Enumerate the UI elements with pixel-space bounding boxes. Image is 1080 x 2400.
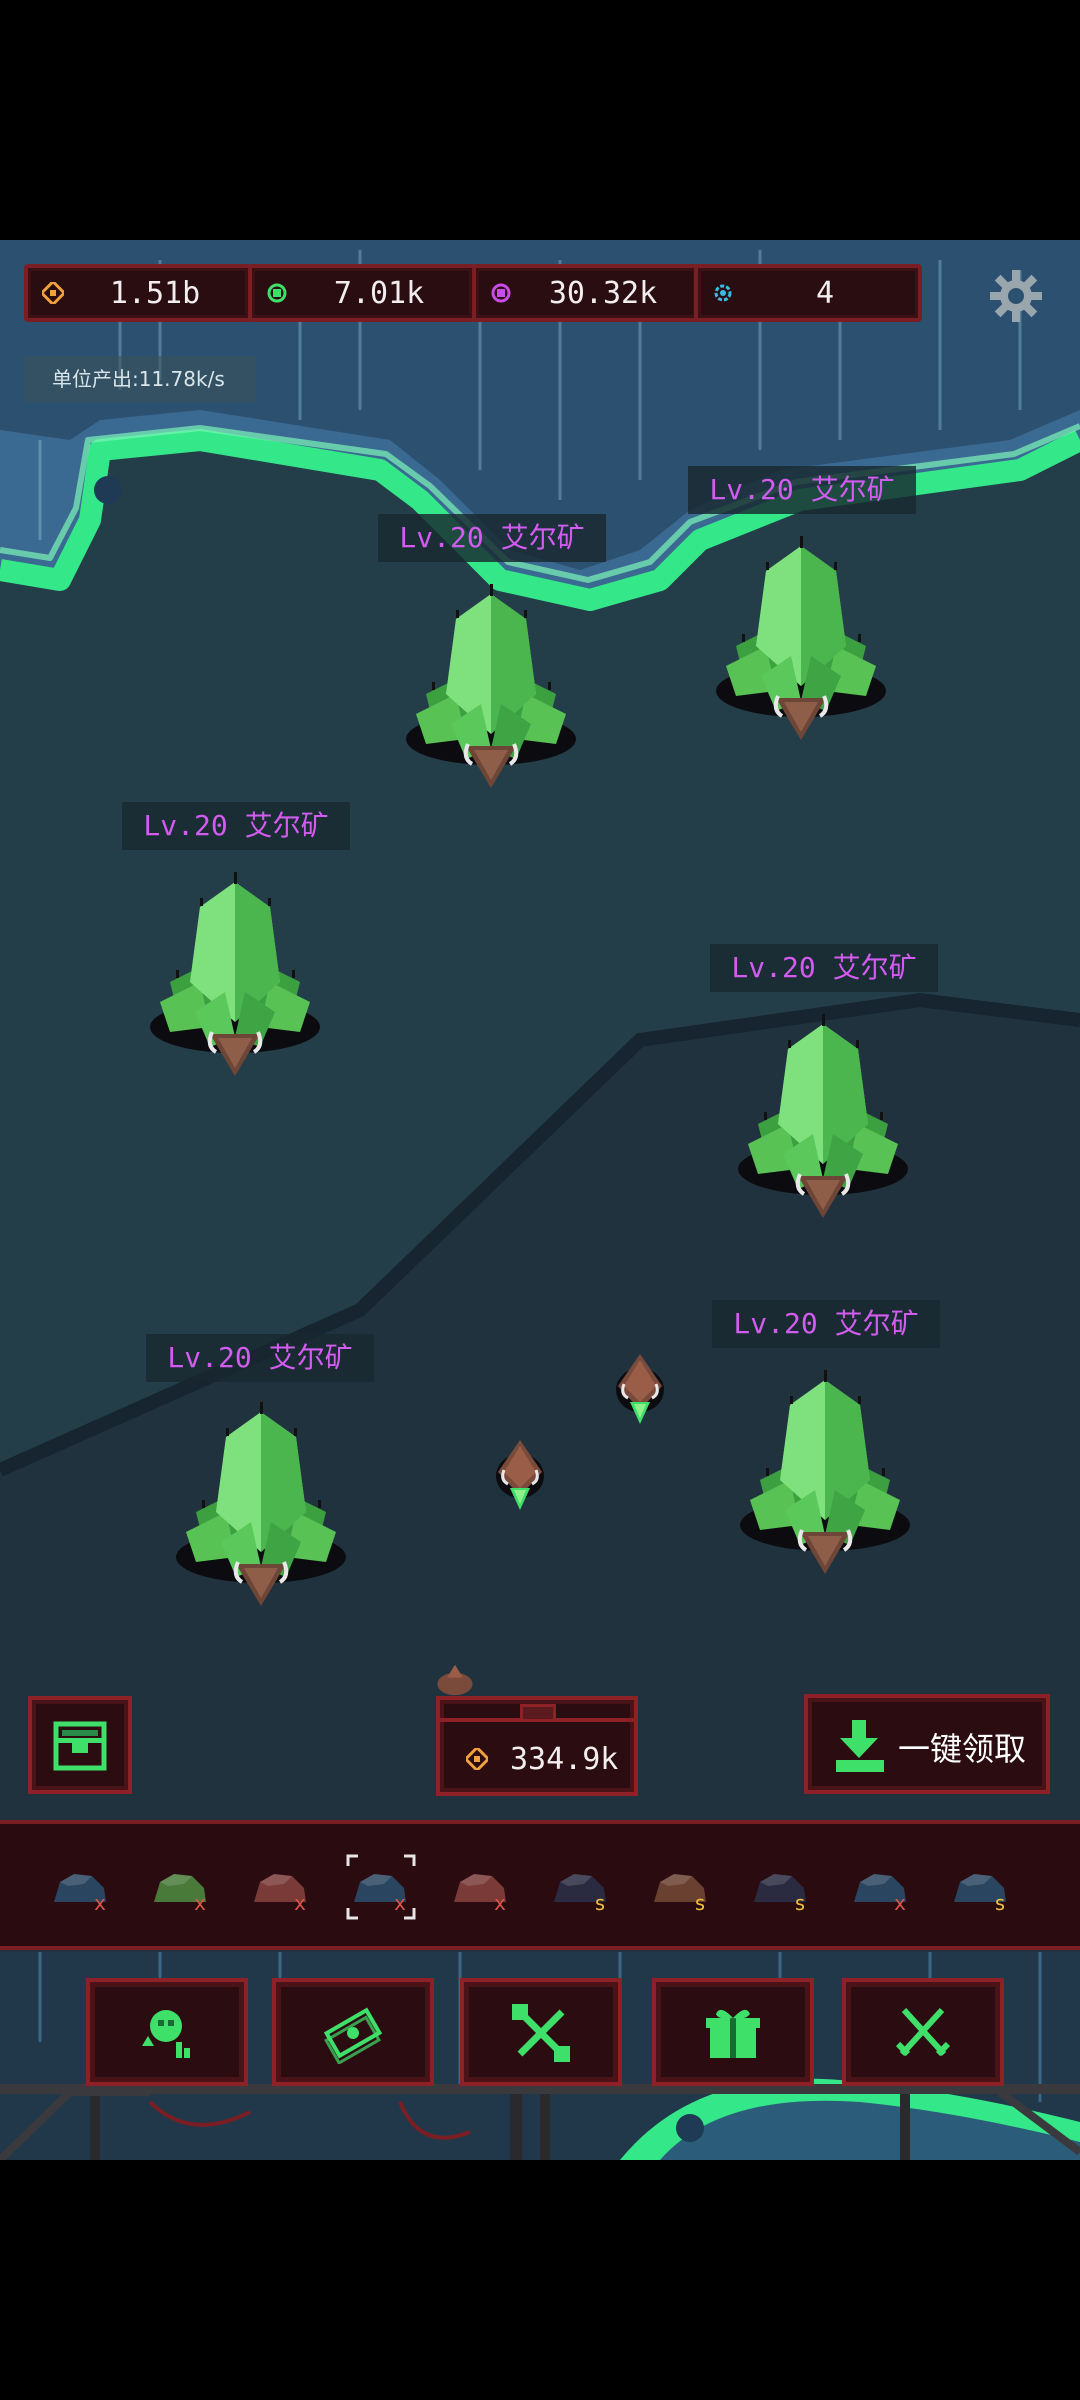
inventory-slot-rock-red[interactable]: x	[244, 1852, 318, 1922]
svg-text:s: s	[994, 1891, 1006, 1915]
inventory-slot-rock-dark[interactable]: s	[744, 1852, 818, 1922]
mine-label: Lv.20 艾尔矿	[146, 1334, 374, 1382]
inventory-slot-rock-blue[interactable]: s	[944, 1852, 1018, 1922]
crystal-mine[interactable]	[728, 1004, 918, 1234]
crystal-mine[interactable]	[730, 1360, 920, 1590]
storage-chest-icon	[53, 1721, 107, 1771]
storage-button[interactable]	[28, 1696, 132, 1794]
svg-text:x: x	[894, 1891, 906, 1915]
claim-all-button[interactable]: 一键领取	[804, 1694, 1050, 1794]
blue-gear-counter: 4	[694, 264, 922, 322]
blue-gear-value: 4	[815, 276, 835, 311]
battle-swords-icon	[895, 2007, 951, 2057]
purple-gem-counter: 30.32k	[472, 264, 700, 322]
mine-label: Lv.20 艾尔矿	[710, 944, 938, 992]
nav-gift-button[interactable]	[652, 1978, 814, 2086]
gold-counter: 1.51b	[24, 264, 252, 322]
tools-icon	[512, 2004, 570, 2062]
gift-icon	[706, 2009, 760, 2058]
mine-label: Lv.20 艾尔矿	[712, 1300, 940, 1348]
svg-text:x: x	[494, 1891, 506, 1915]
download-icon	[836, 1720, 884, 1772]
svg-text:x: x	[94, 1891, 106, 1915]
crystal-mine[interactable]	[166, 1392, 356, 1622]
miner-critter	[437, 1664, 473, 1696]
inventory-slot-rock-brown[interactable]: s	[644, 1852, 718, 1922]
nav-tools-button[interactable]	[460, 1978, 622, 2086]
green-gem-counter: 7.01k	[248, 264, 476, 322]
inventory-slot-rock-blue[interactable]: x	[44, 1852, 118, 1922]
svg-text:x: x	[394, 1891, 406, 1915]
svg-text:x: x	[194, 1891, 206, 1915]
crystal-mine[interactable]	[140, 862, 330, 1092]
purple-gem-icon	[491, 283, 511, 303]
gold-coin-icon	[42, 282, 64, 304]
cash-icon	[323, 2007, 383, 2064]
settings-gear-icon[interactable]	[986, 266, 1046, 326]
upgrade-icon	[142, 2010, 190, 2058]
chest-clasp	[520, 1704, 556, 1722]
nav-battle-button[interactable]	[842, 1978, 1004, 2086]
blue-gear-icon	[714, 284, 732, 302]
production-rate: 单位产出:11.78k/s	[24, 356, 256, 402]
svg-text:x: x	[294, 1891, 306, 1915]
gold-value: 1.51b	[109, 276, 201, 311]
crystal-mine[interactable]	[706, 526, 896, 756]
crystal-mine[interactable]	[396, 574, 586, 804]
mine-label: Lv.20 艾尔矿	[122, 802, 350, 850]
inventory-slot-rock-dark[interactable]: s	[544, 1852, 618, 1922]
svg-text:s: s	[794, 1891, 806, 1915]
game-screen: 1.51b 7.01k 30.32k 4 单位产出:11.78k/s Lv.20…	[0, 240, 1080, 2160]
miner-critter	[494, 1438, 546, 1512]
inventory-bar: x x x x x s s s x s	[0, 1820, 1080, 1950]
svg-text:s: s	[694, 1891, 706, 1915]
purple-gem-value: 30.32k	[548, 276, 658, 311]
claim-all-label: 一键领取	[898, 1730, 1027, 1768]
mine-label: Lv.20 艾尔矿	[378, 514, 606, 562]
inventory-slot-rock-green[interactable]: x	[144, 1852, 218, 1922]
inventory-slot-rock-red[interactable]: x	[444, 1852, 518, 1922]
nav-cash-button[interactable]	[272, 1978, 434, 2086]
mine-label: Lv.20 艾尔矿	[688, 466, 916, 514]
miner-critter	[614, 1352, 666, 1426]
collect-chest[interactable]: 334.9k	[436, 1696, 638, 1796]
nav-upgrade-button[interactable]	[86, 1978, 248, 2086]
svg-text:s: s	[594, 1891, 606, 1915]
chest-value: 334.9k	[510, 1742, 619, 1777]
green-gem-value: 7.01k	[333, 276, 425, 311]
inventory-slot-rock-blue[interactable]: x	[844, 1852, 918, 1922]
inventory-slot-rock-selected[interactable]: x	[344, 1852, 418, 1922]
green-gem-icon	[267, 283, 287, 303]
gold-coin-icon	[466, 1748, 488, 1770]
